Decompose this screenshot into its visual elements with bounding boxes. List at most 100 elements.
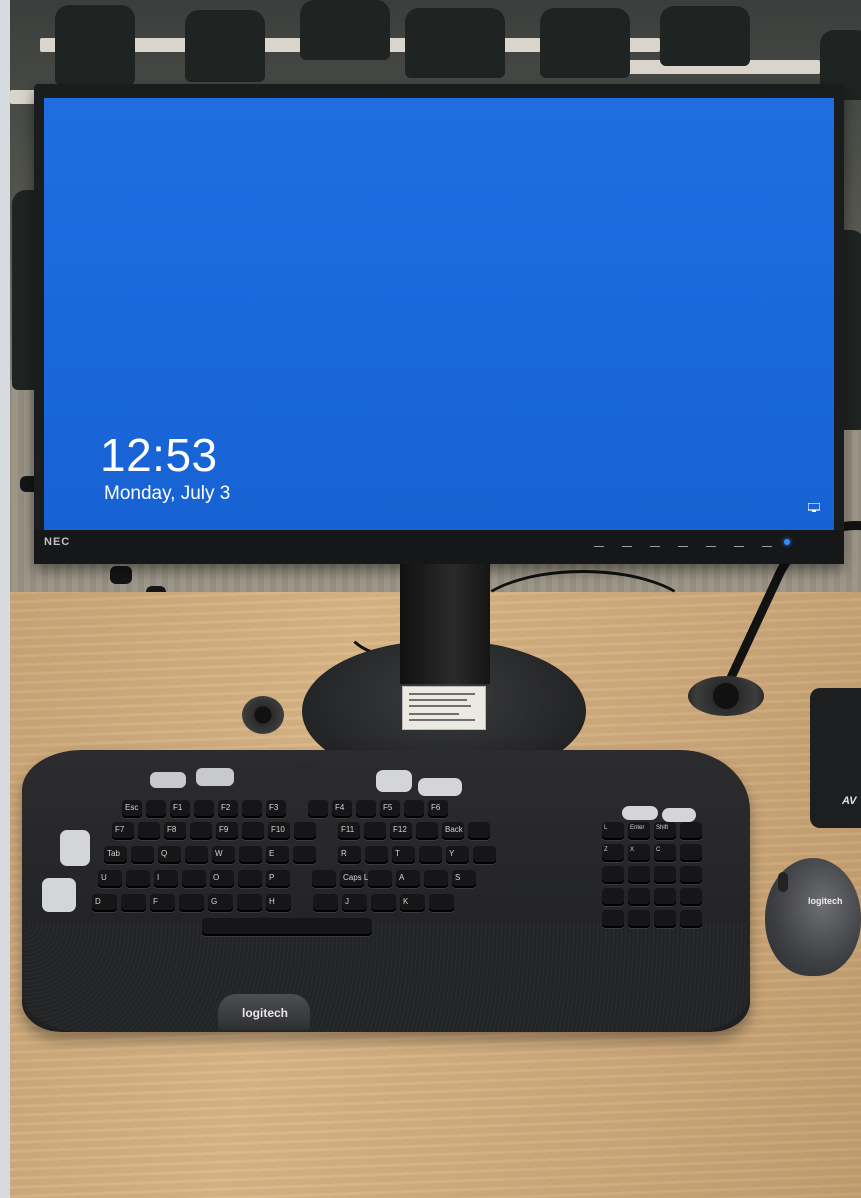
key[interactable] — [364, 822, 386, 840]
numpad-key[interactable]: L — [602, 822, 624, 840]
key[interactable]: F — [150, 894, 175, 912]
numpad-key[interactable] — [680, 910, 702, 928]
media-key[interactable] — [150, 772, 186, 788]
key[interactable]: W — [212, 846, 235, 864]
monitor-button[interactable] — [706, 540, 716, 547]
key[interactable] — [146, 800, 166, 818]
key[interactable] — [356, 800, 376, 818]
key[interactable]: E — [266, 846, 289, 864]
key[interactable]: G — [208, 894, 233, 912]
key[interactable] — [238, 870, 262, 888]
key[interactable]: F7 — [112, 822, 134, 840]
key[interactable]: Q — [158, 846, 181, 864]
key[interactable] — [121, 894, 146, 912]
monitor-button[interactable] — [762, 540, 772, 547]
numpad-key[interactable] — [680, 822, 702, 840]
key[interactable] — [365, 846, 388, 864]
remote-control[interactable] — [810, 688, 861, 828]
key[interactable]: H — [266, 894, 291, 912]
key[interactable]: F10 — [268, 822, 290, 840]
key[interactable] — [308, 800, 328, 818]
key[interactable] — [473, 846, 496, 864]
key[interactable]: F12 — [390, 822, 412, 840]
mouse-wheel[interactable] — [778, 872, 788, 892]
key[interactable] — [313, 894, 338, 912]
key[interactable] — [416, 822, 438, 840]
key[interactable] — [468, 822, 490, 840]
key[interactable] — [419, 846, 442, 864]
music-key[interactable] — [376, 770, 412, 792]
key[interactable]: A — [396, 870, 420, 888]
monitor-button[interactable] — [734, 540, 744, 547]
monitor-button[interactable] — [650, 540, 660, 547]
key[interactable]: I — [154, 870, 178, 888]
key[interactable] — [131, 846, 154, 864]
key[interactable] — [242, 800, 262, 818]
key[interactable]: F8 — [164, 822, 186, 840]
lock-screen[interactable]: 12:53 Monday, July 3 — [44, 98, 834, 530]
numpad-key[interactable]: Shift — [654, 822, 676, 840]
key[interactable] — [368, 870, 392, 888]
key[interactable] — [294, 822, 316, 840]
key[interactable]: D — [92, 894, 117, 912]
numpad-key[interactable]: Z — [602, 844, 624, 862]
key-grid[interactable]: Esc F1 F2 F3 F4 F5 F6 F7 F8 F9 F10 F11 F12 Back Tab Q W E… — [82, 800, 732, 936]
media-key[interactable] — [196, 768, 234, 786]
key[interactable] — [138, 822, 160, 840]
key[interactable] — [429, 894, 454, 912]
key[interactable]: S — [452, 870, 476, 888]
key[interactable] — [242, 822, 264, 840]
key[interactable] — [179, 894, 204, 912]
numpad-key[interactable]: Enter — [628, 822, 650, 840]
key[interactable] — [424, 870, 448, 888]
key[interactable] — [404, 800, 424, 818]
monitor-button[interactable] — [622, 540, 632, 547]
key[interactable]: Y — [446, 846, 469, 864]
numpad-key[interactable] — [628, 910, 650, 928]
spacebar[interactable] — [202, 918, 372, 936]
key[interactable] — [182, 870, 206, 888]
network-icon[interactable] — [808, 503, 820, 512]
monitor-buttons[interactable] — [594, 540, 772, 547]
key[interactable]: F11 — [338, 822, 360, 840]
key[interactable] — [371, 894, 396, 912]
key[interactable]: P — [266, 870, 290, 888]
key[interactable]: Tab — [104, 846, 127, 864]
numpad-key[interactable] — [680, 866, 702, 884]
numpad-key[interactable] — [602, 866, 624, 884]
key[interactable] — [237, 894, 262, 912]
numpad-key[interactable] — [602, 910, 624, 928]
key[interactable] — [126, 870, 150, 888]
key[interactable]: T — [392, 846, 415, 864]
key[interactable] — [293, 846, 316, 864]
numpad-key[interactable] — [602, 888, 624, 906]
key[interactable]: F2 — [218, 800, 238, 818]
key[interactable]: Caps Lock — [340, 870, 381, 888]
key[interactable]: U — [98, 870, 122, 888]
numpad-key[interactable] — [680, 888, 702, 906]
key[interactable]: F4 — [332, 800, 352, 818]
key[interactable]: Back — [442, 822, 464, 840]
key[interactable]: J — [342, 894, 367, 912]
key[interactable]: R — [338, 846, 361, 864]
key[interactable]: F1 — [170, 800, 190, 818]
key[interactable]: Esc — [122, 800, 142, 818]
numpad-key[interactable] — [628, 888, 650, 906]
numpad-key[interactable] — [654, 888, 676, 906]
key[interactable]: F3 — [266, 800, 286, 818]
key[interactable] — [239, 846, 262, 864]
key[interactable]: F5 — [380, 800, 400, 818]
numpad-key[interactable] — [654, 910, 676, 928]
numpad-key[interactable] — [654, 866, 676, 884]
numpad-key[interactable] — [680, 844, 702, 862]
monitor-button[interactable] — [594, 540, 604, 547]
key[interactable]: F6 — [428, 800, 448, 818]
volume-wheel[interactable] — [290, 764, 320, 786]
numpad-key[interactable] — [628, 866, 650, 884]
key[interactable] — [185, 846, 208, 864]
numpad-key[interactable]: X — [628, 844, 650, 862]
app-key[interactable] — [42, 878, 76, 912]
key[interactable]: O — [210, 870, 234, 888]
key[interactable]: K — [400, 894, 425, 912]
numpad-key[interactable]: C — [654, 844, 676, 862]
